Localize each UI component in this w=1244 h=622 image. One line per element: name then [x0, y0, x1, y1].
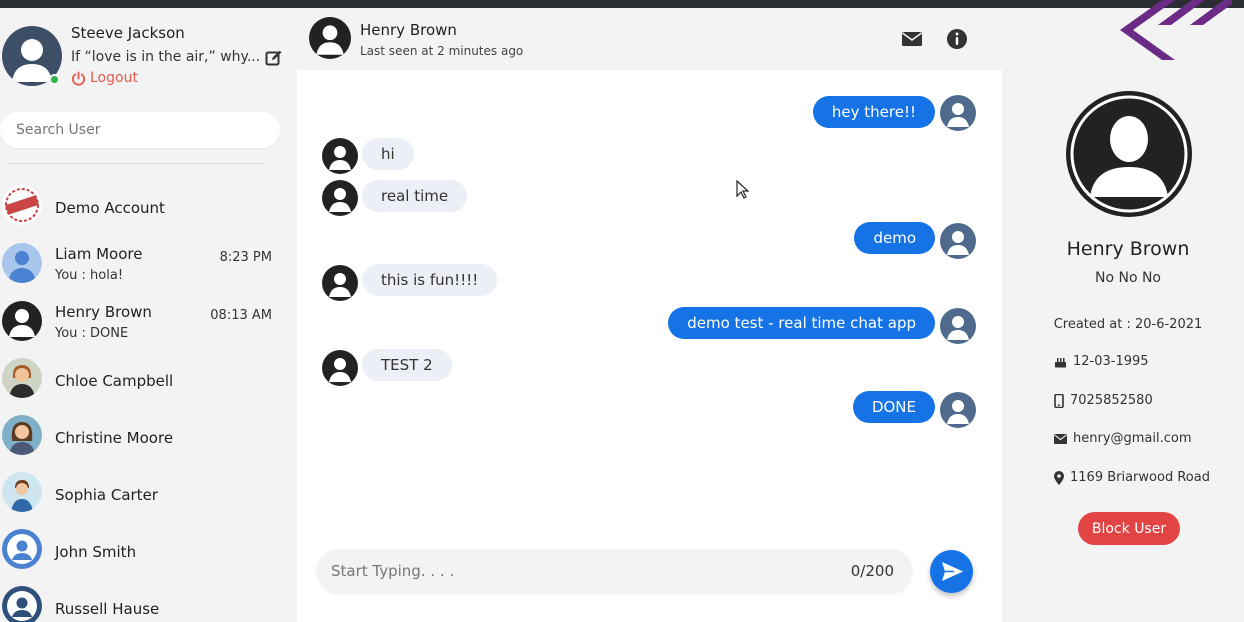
contact-last-message: You : hola! — [55, 268, 124, 283]
sender-avatar — [940, 95, 976, 131]
contact-sophia-carter[interactable]: Sophia Carter — [0, 469, 297, 519]
send-button[interactable] — [930, 550, 973, 593]
contact-russell-hause[interactable]: Russell Hause — [0, 583, 297, 622]
window-top-strip — [0, 0, 1244, 8]
message-input[interactable] — [331, 549, 801, 593]
sidebar: Steeve Jackson If “love is in the air,” … — [0, 8, 297, 622]
default-avatar — [2, 529, 42, 569]
mobile-phone-icon — [1054, 393, 1064, 408]
mail-icon[interactable] — [900, 27, 924, 51]
online-indicator — [49, 74, 60, 85]
message-row-incoming: hi — [297, 138, 1002, 174]
woman-avatar — [2, 415, 42, 455]
profile-name: Henry Brown — [1066, 238, 1190, 260]
message-bubble-outgoing[interactable]: demo — [854, 222, 935, 254]
chat-header: Henry Brown Last seen at 2 minutes ago — [297, 8, 1002, 70]
contact-time: 8:23 PM — [219, 250, 272, 265]
contact-name: Russell Hause — [55, 600, 160, 618]
location-pin-icon — [1054, 470, 1064, 485]
profile-avatar[interactable] — [1066, 91, 1192, 217]
profile-birthday: 12-03-1995 — [1073, 354, 1149, 369]
partner-avatar — [322, 265, 358, 301]
message-bubble-outgoing[interactable]: hey there!! — [812, 96, 935, 128]
sender-avatar — [940, 223, 976, 259]
message-row-outgoing: hey there!! — [297, 95, 1002, 131]
profile-panel: Henry Brown No No No Created at : 20-6-2… — [1002, 0, 1244, 622]
default-avatar — [2, 586, 42, 622]
app-logo — [1120, 0, 1232, 60]
contact-john-smith[interactable]: John Smith — [0, 526, 297, 576]
chat-partner-avatar[interactable] — [309, 17, 351, 59]
current-user-status: If “love is in the air,” why... — [71, 49, 261, 65]
woman-avatar — [2, 472, 42, 512]
profile-email-row: henry@gmail.com — [1054, 431, 1192, 446]
chat-panel: Henry Brown Last seen at 2 minutes ago h… — [297, 8, 1002, 622]
info-icon[interactable] — [945, 27, 969, 51]
default-avatar — [2, 243, 42, 283]
message-row-incoming: this is fun!!!! — [297, 264, 1002, 301]
profile-email: henry@gmail.com — [1073, 431, 1192, 446]
profile-address-row: 1169 Briarwood Road — [1054, 470, 1210, 485]
sidebar-divider — [8, 163, 264, 164]
sender-avatar — [940, 392, 976, 428]
profile-phone: 7025852580 — [1070, 393, 1153, 408]
contact-name: Liam Moore — [55, 245, 143, 263]
profile-created-date: Created at : 20-6-2021 — [1053, 317, 1203, 332]
current-user-name: Steeve Jackson — [71, 24, 185, 42]
contact-liam-moore[interactable]: Liam Moore You : hola! 8:23 PM — [0, 240, 297, 290]
message-row-outgoing: DONE — [297, 391, 1002, 428]
edit-status-icon[interactable] — [265, 49, 283, 67]
message-bubble-incoming[interactable]: real time — [362, 180, 468, 212]
sender-avatar — [940, 308, 976, 344]
partner-avatar — [322, 138, 358, 174]
contact-time: 08:13 AM — [210, 308, 272, 323]
message-row-incoming: real time — [297, 180, 1002, 216]
message-bubble-incoming[interactable]: TEST 2 — [362, 349, 452, 381]
logout-button[interactable]: Logout — [71, 70, 138, 86]
profile-birthday-row: 12-03-1995 — [1054, 354, 1149, 369]
profile-bio: No No No — [1094, 270, 1161, 286]
contact-name: Christine Moore — [55, 429, 174, 447]
search-input[interactable] — [0, 112, 280, 148]
contact-henry-brown[interactable]: Henry Brown You : DONE 08:13 AM — [0, 298, 297, 348]
chat-partner-name: Henry Brown — [360, 21, 457, 39]
contact-name: Chloe Campbell — [55, 372, 174, 390]
partner-avatar — [322, 350, 358, 386]
profile-phone-row: 7025852580 — [1054, 393, 1153, 408]
birthday-cake-icon — [1055, 358, 1066, 368]
partner-avatar — [322, 180, 358, 216]
message-row-incoming: TEST 2 — [297, 349, 1002, 386]
message-row-outgoing: demo — [297, 222, 1002, 259]
woman-avatar — [2, 358, 42, 398]
power-icon — [71, 70, 86, 85]
message-row-outgoing: demo test - real time chat app — [297, 307, 1002, 344]
contact-name: John Smith — [55, 543, 137, 561]
contact-name: Henry Brown — [55, 303, 152, 321]
contact-name: Demo Account — [55, 199, 165, 217]
contact-christine-moore[interactable]: Christine Moore — [0, 412, 297, 462]
last-seen-text: Last seen at 2 minutes ago — [360, 44, 524, 58]
message-bubble-outgoing[interactable]: DONE — [852, 391, 935, 423]
sample-stamp-avatar — [2, 185, 42, 225]
profile-address: 1169 Briarwood Road — [1070, 470, 1210, 485]
default-avatar — [2, 301, 42, 341]
message-bubble-outgoing[interactable]: demo test - real time chat app — [668, 307, 935, 339]
logout-label: Logout — [90, 70, 138, 86]
block-user-button[interactable]: Block User — [1078, 512, 1180, 545]
current-user-panel: Steeve Jackson If “love is in the air,” … — [0, 8, 297, 103]
character-counter: 0/200 — [850, 562, 894, 580]
contact-name: Sophia Carter — [55, 486, 158, 504]
message-bubble-incoming[interactable]: this is fun!!!! — [362, 264, 498, 296]
contact-demo-account[interactable]: Demo Account — [0, 182, 297, 232]
envelope-icon — [1054, 433, 1067, 444]
mouse-cursor-icon — [736, 180, 750, 199]
contact-last-message: You : DONE — [55, 326, 129, 341]
message-composer: 0/200 — [317, 549, 912, 593]
message-bubble-incoming[interactable]: hi — [362, 138, 414, 170]
contact-chloe-campbell[interactable]: Chloe Campbell — [0, 355, 297, 405]
send-icon — [942, 562, 963, 581]
